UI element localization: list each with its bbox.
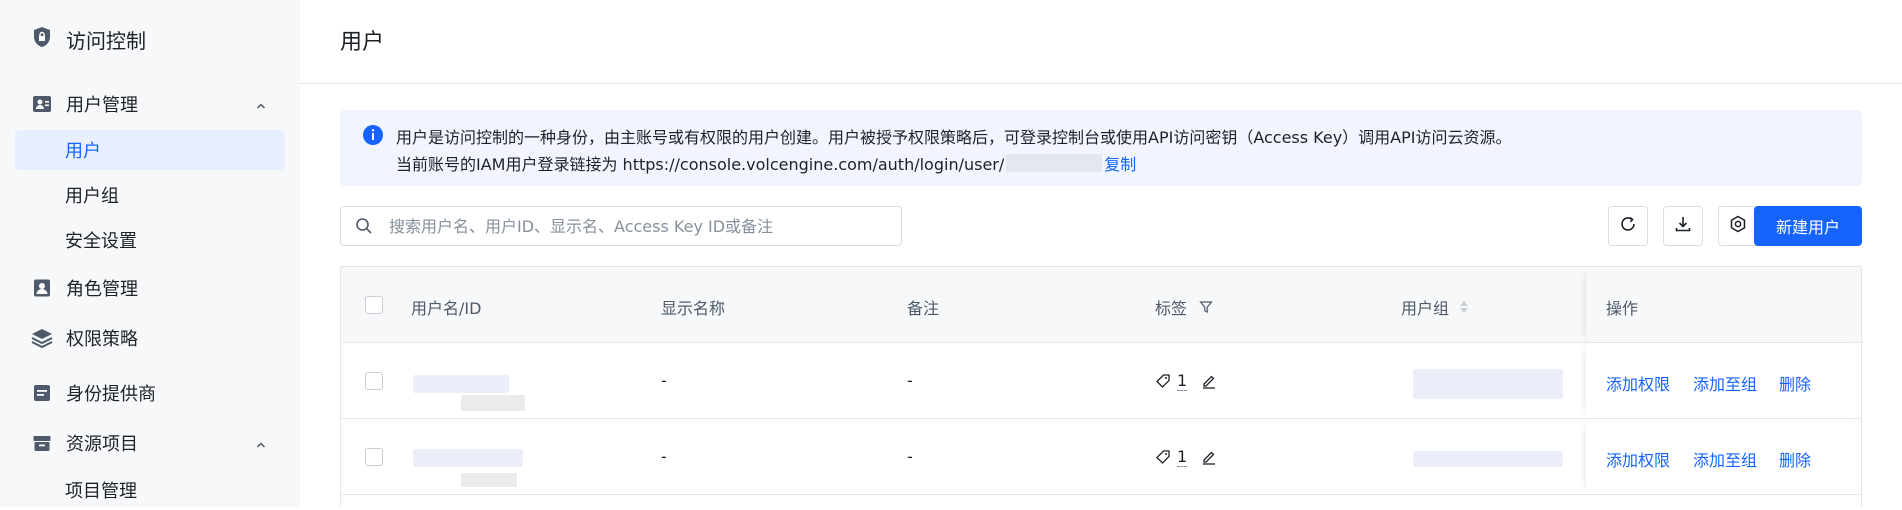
search-icon [355, 217, 373, 235]
gear-icon [1729, 215, 1747, 237]
tag-icon [1155, 373, 1171, 389]
users-table: 用户名/ID 显示名称 备注 标签 用户组 操作 - - 1 添加权限 添加至组… [340, 266, 1862, 507]
row-actions: 添加权限 添加至组 删除 [1586, 343, 1863, 418]
tag-cell: 1 [1155, 447, 1217, 467]
download-icon [1674, 215, 1692, 237]
redacted-user-id [461, 473, 517, 487]
column-header-user-group: 用户组 [1401, 295, 1469, 319]
tag-count[interactable]: 1 [1177, 447, 1188, 467]
redacted-username [413, 375, 509, 393]
user-card-icon [30, 92, 54, 116]
sidebar-item-project-management[interactable]: 项目管理 [15, 470, 285, 510]
main-content: 用户 用户是访问控制的一种身份，由主账号或有权限的用户创建。用户被授予权限策略后… [300, 0, 1902, 507]
create-user-button[interactable]: 新建用户 [1754, 206, 1862, 246]
operations-header-cell: 操作 [1586, 267, 1863, 343]
column-header-actions: 操作 [1606, 299, 1639, 318]
redacted-user-group [1413, 369, 1563, 399]
search-box [340, 206, 902, 246]
page-title: 用户 [340, 30, 385, 55]
copy-link[interactable]: 复制 [1104, 151, 1136, 175]
column-header-tags: 标签 [1155, 295, 1213, 319]
sidebar-group-user-management[interactable]: 用户管理 [15, 84, 285, 124]
chevron-up-icon [255, 96, 267, 117]
settings-button[interactable] [1718, 206, 1758, 246]
column-header-display-name: 显示名称 [661, 299, 726, 318]
masked-account-id [1006, 154, 1103, 172]
sidebar: 访问控制 用户管理 用户 用户组 安全设置 角色管理 权限策略 身份提供商 资源… [0, 0, 300, 507]
edit-icon[interactable] [1201, 373, 1217, 389]
download-button[interactable] [1663, 206, 1703, 246]
redacted-user-group [1413, 451, 1563, 467]
chevron-up-icon [255, 435, 267, 456]
sidebar-item-security-settings[interactable]: 安全设置 [15, 220, 285, 260]
sort-icon[interactable] [1459, 299, 1469, 315]
row-actions: 添加权限 添加至组 删除 [1586, 419, 1863, 494]
edit-icon[interactable] [1201, 449, 1217, 465]
sidebar-group-resource-projects[interactable]: 资源项目 [15, 423, 285, 463]
info-text-line2: 当前账号的IAM用户登录链接为 https://console.volcengi… [396, 151, 1136, 175]
remark-cell: - [907, 371, 913, 390]
column-header-username: 用户名/ID [411, 299, 482, 318]
refresh-icon [1619, 215, 1637, 237]
sidebar-item-identity-providers[interactable]: 身份提供商 [15, 373, 285, 413]
search-input[interactable] [387, 215, 901, 237]
remark-cell: - [907, 447, 913, 466]
header-divider [300, 83, 1902, 84]
lock-icon [30, 25, 54, 54]
sidebar-title: 访问控制 [30, 24, 146, 54]
select-all-checkbox[interactable] [365, 296, 383, 314]
filter-icon[interactable] [1199, 300, 1213, 314]
sidebar-item-users[interactable]: 用户 [15, 130, 285, 170]
row-checkbox[interactable] [365, 448, 383, 466]
table-row: - - 1 添加权限 添加至组 删除 [341, 419, 1861, 495]
sidebar-item-policies[interactable]: 权限策略 [15, 318, 285, 358]
display-name-cell: - [661, 447, 667, 466]
info-icon [362, 124, 384, 150]
layers-icon [30, 326, 54, 350]
redacted-username [413, 449, 523, 467]
table-row: - - 1 添加权限 添加至组 删除 [341, 343, 1861, 419]
info-text-line1: 用户是访问控制的一种身份，由主账号或有权限的用户创建。用户被授予权限策略后，可登… [396, 128, 1512, 147]
table-header: 用户名/ID 显示名称 备注 标签 用户组 操作 [341, 267, 1861, 343]
delete-link[interactable]: 删除 [1779, 371, 1811, 395]
delete-link[interactable]: 删除 [1779, 447, 1811, 471]
role-icon [30, 276, 54, 300]
redacted-user-id [461, 395, 525, 411]
column-header-remark: 备注 [907, 299, 940, 318]
row-checkbox[interactable] [365, 372, 383, 390]
display-name-cell: - [661, 371, 667, 390]
sidebar-item-user-groups[interactable]: 用户组 [15, 175, 285, 215]
tag-count[interactable]: 1 [1177, 371, 1188, 391]
add-to-group-link[interactable]: 添加至组 [1693, 447, 1757, 471]
add-permission-link[interactable]: 添加权限 [1606, 371, 1670, 395]
archive-icon [30, 431, 54, 455]
refresh-button[interactable] [1608, 206, 1648, 246]
tag-cell: 1 [1155, 371, 1217, 391]
info-banner: 用户是访问控制的一种身份，由主账号或有权限的用户创建。用户被授予权限策略后，可登… [340, 110, 1862, 186]
tag-icon [1155, 449, 1171, 465]
sidebar-item-role-management[interactable]: 角色管理 [15, 268, 285, 308]
add-to-group-link[interactable]: 添加至组 [1693, 371, 1757, 395]
add-permission-link[interactable]: 添加权限 [1606, 447, 1670, 471]
id-card-icon [30, 381, 54, 405]
